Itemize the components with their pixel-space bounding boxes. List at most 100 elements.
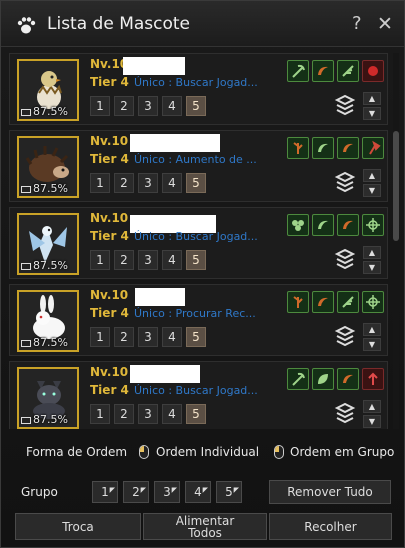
group-button[interactable]: 5 ◤ (216, 481, 242, 503)
sickle-icon[interactable] (337, 137, 359, 159)
order-level-button[interactable]: 2 (114, 96, 134, 116)
close-button[interactable]: ✕ (377, 13, 393, 35)
scrollbar-thumb[interactable] (393, 131, 399, 241)
order-level-button[interactable]: 3 (138, 173, 158, 193)
manage-pet-icon[interactable] (333, 323, 357, 347)
move-down-icon[interactable]: ▼ (363, 107, 381, 120)
order-level-button-selected[interactable]: 5 (186, 404, 206, 424)
order-group-option[interactable]: Ordem em Grupo (290, 445, 394, 459)
order-level-button[interactable]: 2 (114, 250, 134, 270)
title-bar[interactable]: Lista de Mascote ? ✕ (1, 1, 404, 47)
collect-button[interactable]: Recolher (269, 513, 392, 540)
sickle-icon[interactable] (337, 214, 359, 236)
pet-list-window: Lista de Mascote ? ✕ 87.5% Nv.10 Tier 4 … (0, 0, 405, 548)
move-down-icon[interactable]: ▼ (363, 184, 381, 197)
pet-level: Nv.10 (90, 288, 129, 302)
pet-level: Nv.10 (90, 365, 129, 379)
group-button[interactable]: 1 ◤ (92, 481, 118, 503)
axe-icon[interactable] (362, 137, 384, 159)
move-down-icon[interactable]: ▼ (363, 338, 381, 351)
sickle-icon[interactable] (312, 214, 334, 236)
group-button[interactable]: 2 ◤ (123, 481, 149, 503)
order-level-button[interactable]: 2 (114, 173, 134, 193)
manage-pet-icon[interactable] (333, 246, 357, 270)
order-level-button[interactable]: 4 (162, 404, 182, 424)
remove-all-button[interactable]: Remover Tudo (269, 480, 391, 504)
lock-icon (21, 262, 31, 270)
leaf-icon[interactable] (312, 368, 334, 390)
feed-all-button[interactable]: Alimentar Todos (143, 513, 267, 540)
feather-icon[interactable] (337, 60, 359, 82)
crosshair-icon[interactable] (362, 214, 384, 236)
crosshair-icon[interactable] (362, 291, 384, 313)
order-level-button[interactable]: 1 (90, 173, 110, 193)
sickle-icon[interactable] (312, 291, 334, 313)
order-level-button-selected[interactable]: 5 (186, 327, 206, 347)
pet-row[interactable]: 87.5% Nv.10 Tier 4 Único : Procurar Rec.… (9, 284, 388, 356)
order-level-button[interactable]: 4 (162, 327, 182, 347)
move-up-icon[interactable]: ▲ (363, 92, 381, 105)
order-level-button[interactable]: 1 (90, 327, 110, 347)
feather-icon[interactable] (337, 291, 359, 313)
sickle-icon[interactable] (337, 368, 359, 390)
pet-tier: Tier 4 (90, 383, 129, 397)
pet-portrait[interactable]: 87.5% (17, 367, 79, 429)
move-up-icon[interactable]: ▲ (363, 400, 381, 413)
order-level-button[interactable]: 1 (90, 96, 110, 116)
group-button[interactable]: 3 ◤ (154, 481, 180, 503)
pet-portrait[interactable]: 87.5% (17, 136, 79, 198)
branch-icon[interactable] (287, 291, 309, 313)
clover-icon[interactable] (287, 214, 309, 236)
pet-row[interactable]: 87.5% Nv.10 Tier 4 Único : Aumento de ..… (9, 130, 388, 202)
order-individual-option[interactable]: Ordem Individual (156, 445, 259, 459)
order-level-button-selected[interactable]: 5 (186, 96, 206, 116)
pet-row[interactable]: 87.5% Nv.10 Tier 4 Único : Buscar Jogad.… (9, 361, 388, 429)
order-level-button[interactable]: 3 (138, 250, 158, 270)
pet-portrait[interactable]: 87.5% (17, 59, 79, 121)
order-level-button[interactable]: 2 (114, 404, 134, 424)
order-level-button[interactable]: 1 (90, 404, 110, 424)
move-down-icon[interactable]: ▼ (363, 261, 381, 274)
red-orb-icon[interactable] (362, 60, 384, 82)
group-button[interactable]: 4 ◤ (185, 481, 211, 503)
sickle-icon[interactable] (312, 60, 334, 82)
order-level-button[interactable]: 4 (162, 96, 182, 116)
order-level-button[interactable]: 3 (138, 96, 158, 116)
pet-special-skill: Único : Aumento de ... (134, 153, 257, 166)
order-level-button[interactable]: 1 (90, 250, 110, 270)
branch-icon[interactable] (287, 137, 309, 159)
order-level-button[interactable]: 3 (138, 327, 158, 347)
manage-pet-icon[interactable] (333, 400, 357, 424)
manage-pet-icon[interactable] (333, 169, 357, 193)
pet-portrait[interactable]: 87.5% (17, 213, 79, 275)
help-button[interactable]: ? (352, 13, 362, 34)
move-up-icon[interactable]: ▲ (363, 246, 381, 259)
manage-pet-icon[interactable] (333, 92, 357, 116)
mouse-left-click-icon (139, 445, 149, 459)
move-down-icon[interactable]: ▼ (363, 415, 381, 428)
order-level-button-selected[interactable]: 5 (186, 173, 206, 193)
move-up-icon[interactable]: ▲ (363, 323, 381, 336)
order-level-button[interactable]: 2 (114, 327, 134, 347)
pet-portrait[interactable]: 87.5% (17, 290, 79, 352)
pickaxe-icon[interactable] (287, 60, 309, 82)
order-level-button-selected[interactable]: 5 (186, 250, 206, 270)
pickaxe-icon[interactable] (287, 368, 309, 390)
pet-row[interactable]: 87.5% Nv.10 Tier 4 Único : Buscar Jogad.… (9, 207, 388, 279)
mouse-left-click-icon (274, 445, 284, 459)
pet-tier: Tier 4 (90, 152, 129, 166)
sickle-icon[interactable] (312, 137, 334, 159)
pet-special-skill: Único : Buscar Jogad... (134, 384, 258, 397)
scrollbar-track[interactable] (393, 53, 399, 429)
trade-button[interactable]: Troca (15, 513, 141, 540)
pet-row[interactable]: 87.5% Nv.10 Tier 4 Único : Buscar Jogad.… (9, 53, 388, 125)
arrow-up-icon[interactable] (362, 368, 384, 390)
reorder-controls: ▲ ▼ (363, 246, 381, 274)
order-level-button[interactable]: 3 (138, 404, 158, 424)
order-level-button[interactable]: 4 (162, 173, 182, 193)
move-up-icon[interactable]: ▲ (363, 169, 381, 182)
window-title: Lista de Mascote (47, 14, 191, 34)
pet-percent: 87.5% (21, 413, 68, 426)
order-level-button[interactable]: 4 (162, 250, 182, 270)
reorder-controls: ▲ ▼ (363, 323, 381, 351)
